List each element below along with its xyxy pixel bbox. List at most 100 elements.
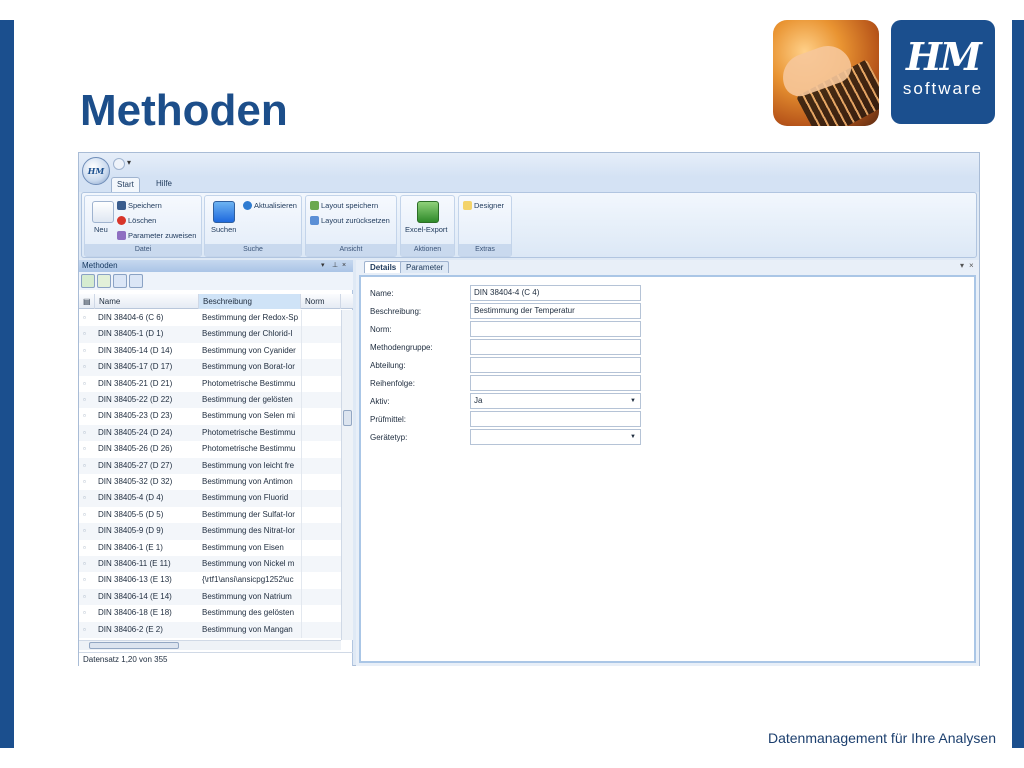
cell-name: DIN 38404-6 (C 6) <box>98 313 164 322</box>
table-row[interactable]: ▫ DIN 38405-22 (D 22) Bestimmung der gelös… <box>79 392 341 409</box>
close-icon[interactable]: × <box>342 260 346 272</box>
group-label-datei: Datei <box>85 244 201 256</box>
field-input[interactable] <box>470 357 641 373</box>
tab-parameter[interactable]: Parameter <box>400 261 450 273</box>
cell-norm <box>301 588 341 606</box>
table-row[interactable]: ▫ DIN 38405-9 (D 9) Bestimmung des Nitrat-… <box>79 523 341 540</box>
details-close-icon[interactable]: × <box>969 261 974 270</box>
vertical-scrollbar[interactable] <box>341 310 353 640</box>
field-value: Bestimmung der Temperatur <box>474 306 575 315</box>
field-value: Ja <box>474 396 483 405</box>
row-indicator: ▫ <box>83 591 86 601</box>
cell-name: DIN 38405-32 (D 32) <box>98 477 173 486</box>
save-button[interactable]: Speichern <box>117 201 162 210</box>
chevron-down-icon[interactable]: ▼ <box>630 394 636 408</box>
tab-details[interactable]: Details <box>364 261 403 273</box>
field-value: DIN 38404-4 (C 4) <box>474 288 540 297</box>
horizontal-scroll-thumb[interactable] <box>89 642 179 649</box>
table-row[interactable]: ▫ DIN 38406-13 (E 13) {\rtf1\ansi\ansicpg1… <box>79 572 341 589</box>
cell-norm <box>301 605 341 622</box>
horizontal-scrollbar[interactable] <box>79 640 341 650</box>
table-row[interactable]: ▫ DIN 38405-1 (D 1) Bestimmung der Chlorid… <box>79 326 341 343</box>
pane-dropdown-icon[interactable]: ▾ <box>321 260 325 272</box>
excel-export-button[interactable]: Excel-Export <box>405 225 448 234</box>
quick-access-dropdown-icon[interactable]: ▾ <box>127 158 131 167</box>
row-indicator: ▫ <box>83 362 86 372</box>
table-row[interactable]: ▫ DIN 38405-32 (D 32) Bestimmung von Antim… <box>79 474 341 491</box>
cell-beschreibung: Bestimmung von Cyanider <box>202 345 296 355</box>
details-tabs: Details Parameter ▾ × <box>356 260 979 273</box>
search-button[interactable]: Suchen <box>211 225 236 234</box>
pin-icon[interactable]: ⊥ <box>332 260 338 272</box>
field-input[interactable]: Bestimmung der Temperatur <box>470 303 641 319</box>
tab-start[interactable]: Start <box>111 177 140 192</box>
field-label: Gerätetyp: <box>370 433 408 442</box>
grid-header: ▤ Name Beschreibung Norm <box>79 294 353 309</box>
cell-norm <box>301 342 341 360</box>
delete-button[interactable]: Löschen <box>117 216 156 225</box>
column-header-name[interactable]: Name <box>95 294 199 309</box>
save-layout-button[interactable]: Layout speichern <box>310 201 378 210</box>
group-label-extras: Extras <box>459 244 511 256</box>
table-row[interactable]: ▫ DIN 38405-27 (D 27) Bestimmung von leich… <box>79 457 341 474</box>
field-input[interactable] <box>470 375 641 391</box>
new-button[interactable]: Neu <box>94 225 108 234</box>
table-row[interactable]: ▫ DIN 38406-1 (E 1) Bestimmung von Eisen <box>79 539 341 556</box>
export-icon[interactable] <box>97 274 111 288</box>
row-indicator: ▫ <box>83 493 86 503</box>
reset-layout-icon <box>310 216 319 225</box>
field-input[interactable]: DIN 38404-4 (C 4) <box>470 285 641 301</box>
vertical-scroll-thumb[interactable] <box>343 410 352 426</box>
reset-layout-button[interactable]: Layout zurücksetzen <box>310 216 390 225</box>
excel-icon[interactable] <box>81 274 95 288</box>
group-label-ansicht: Ansicht <box>306 244 396 256</box>
field-input[interactable]: Ja ▼ <box>470 393 641 409</box>
field-input[interactable]: ▼ <box>470 429 641 445</box>
column-header-beschreibung[interactable]: Beschreibung <box>199 294 301 309</box>
refresh-button[interactable]: Aktualisieren <box>243 201 297 210</box>
field-label: Reihenfolge: <box>370 379 415 388</box>
columns-icon[interactable] <box>129 274 143 288</box>
cell-norm <box>301 359 341 376</box>
cell-name: DIN 38406-14 (E 14) <box>98 591 172 601</box>
table-row[interactable]: ▫ DIN 38405-21 (D 21) Photometrische Besti… <box>79 375 341 392</box>
table-row[interactable]: ▫ DIN 38405-24 (D 24) Photometrische Besti… <box>79 424 341 442</box>
table-row[interactable]: ▫ DIN 38406-11 (E 11) Bestimmung von Nicke… <box>79 556 341 573</box>
grid-select-all-icon[interactable]: ▤ <box>79 294 95 309</box>
table-row[interactable]: ▫ DIN 38405-23 (D 23) Bestimmung von Selen… <box>79 408 341 425</box>
table-row[interactable]: ▫ DIN 38405-17 (D 17) Bestimmung von Borat… <box>79 359 341 376</box>
chevron-down-icon[interactable]: ▼ <box>630 430 636 444</box>
row-indicator: ▫ <box>83 608 86 618</box>
table-row[interactable]: ▫ DIN 38406-18 (E 18) Bestimmung des gelös… <box>79 605 341 622</box>
field-label: Beschreibung: <box>370 307 422 316</box>
field-input[interactable] <box>470 321 641 337</box>
table-row[interactable]: ▫ DIN 38406-2 (E 2) Bestimmung von Mangan <box>79 621 341 638</box>
quick-access-toolbar: ▾ <box>79 153 979 177</box>
cell-beschreibung: Bestimmung von Nickel m <box>202 559 295 568</box>
assign-parameter-button[interactable]: Parameter zuweisen <box>117 231 196 240</box>
details-dropdown-icon[interactable]: ▾ <box>960 261 964 270</box>
designer-button[interactable]: Designer <box>463 201 504 210</box>
table-row[interactable]: ▫ DIN 38405-26 (D 26) Photometrische Besti… <box>79 441 341 458</box>
methods-pane-title: Methoden <box>82 261 118 270</box>
field-input[interactable] <box>470 339 641 355</box>
row-indicator: ▫ <box>83 575 86 585</box>
column-header-norm[interactable]: Norm <box>301 294 341 309</box>
tab-hilfe[interactable]: Hilfe <box>151 177 177 192</box>
cell-name: DIN 38405-23 (D 23) <box>98 411 173 421</box>
cell-beschreibung: Bestimmung der gelösten <box>202 395 293 404</box>
field-input[interactable] <box>470 411 641 427</box>
table-row[interactable]: ▫ DIN 38405-4 (D 4) Bestimmung von Fluorid <box>79 490 341 507</box>
application-menu-button[interactable]: HM <box>82 157 110 185</box>
row-indicator: ▫ <box>83 460 86 470</box>
row-indicator: ▫ <box>83 559 86 568</box>
table-row[interactable]: ▫ DIN 38405-14 (D 14) Bestimmung von Cyani… <box>79 342 341 360</box>
table-row[interactable]: ▫ DIN 38405-5 (D 5) Bestimmung der Sulfat-… <box>79 506 341 524</box>
filter-icon[interactable] <box>113 274 127 288</box>
cell-norm <box>301 572 341 589</box>
ribbon-group-aktionen: Excel-Export Aktionen <box>400 195 455 257</box>
quick-access-button[interactable] <box>113 158 125 170</box>
row-indicator: ▫ <box>83 526 86 536</box>
table-row[interactable]: ▫ DIN 38406-14 (E 14) Bestimmung von Natri… <box>79 588 341 606</box>
table-row[interactable]: ▫ DIN 38404-6 (C 6) Bestimmung der Redox-S… <box>79 310 341 327</box>
